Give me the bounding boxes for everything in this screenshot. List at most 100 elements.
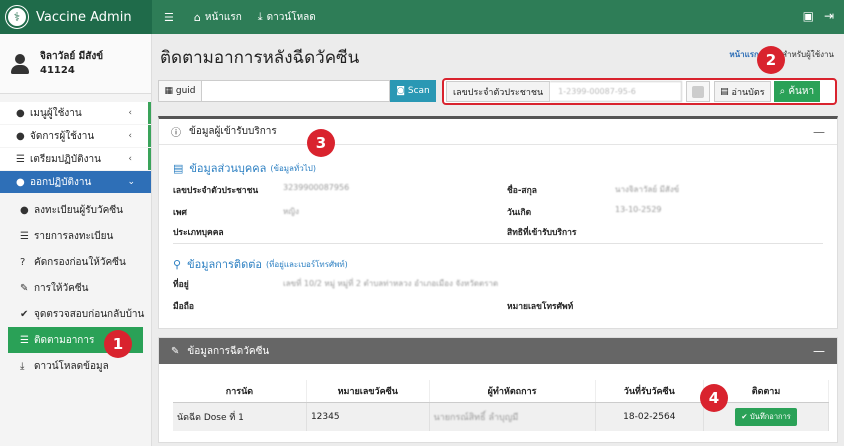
user-icon: ● [16, 107, 25, 119]
info-circle-icon: ⓘ [171, 128, 181, 139]
vaccination-panel: ✎ ข้อมูลการฉีดวัคซีน — การนัด หมายเลขวัค… [158, 337, 838, 443]
chevron-left-icon: ‹ [128, 154, 132, 164]
sidebar-subitem-screening[interactable]: ? คัดกรองก่อนให้วัคซีน [0, 249, 151, 275]
id-search-group: เลขประจำตัวประชาชน 1-2399-00087-95-6 ▤ อ… [442, 78, 837, 105]
id-card-icon: ▤ [720, 86, 729, 97]
sidebar-subitem-label: ดาวน์โหลดข้อมูล [34, 360, 109, 372]
user-id: 41124 [40, 64, 75, 76]
contact-section-title: ⚲ ข้อมูลการติดต่อ (ที่อยู่และเบอร์โทรศัพ… [173, 257, 348, 272]
sidebar-item-operate[interactable]: ● ออกปฏิบัติงาน ⌄ [0, 171, 151, 193]
chevron-down-icon: ⌄ [127, 177, 135, 187]
list-icon: ☰ [16, 153, 25, 165]
sidebar-subitem-label: ลงทะเบียนผู้รับวัคซีน [34, 204, 123, 216]
sidebar-subitem-download[interactable]: ⤓ ดาวน์โหลดข้อมูล [0, 353, 151, 379]
id-card-icon: ▤ [173, 161, 184, 175]
mobile-field-label: มือถือ [173, 302, 194, 312]
sidebar-item-label: เมนูผู้ใช้งาน [30, 107, 82, 119]
panel-header: ✎ ข้อมูลการฉีดวัคซีน — [159, 338, 837, 364]
panel-title: ข้อมูลผู้เข้ารับบริการ [189, 126, 277, 137]
brand-bar: ⚕ Vaccine Admin [0, 0, 152, 34]
list-icon: ☰ [20, 230, 29, 242]
sidebar-item-manage-users[interactable]: ● จัดการผู้ใช้งาน ‹ [0, 125, 151, 147]
sex-field-value: หญิง [283, 207, 299, 216]
dob-field-label: วันเกิด [507, 208, 532, 218]
sidebar-item-label: เตรียมปฏิบัติงาน [30, 153, 101, 165]
user-doctor-icon: ● [16, 176, 25, 188]
personal-section-title: ▤ ข้อมูลส่วนบุคคล (ข้อมูลทั่วไป) [173, 161, 316, 176]
chevron-left-icon: ‹ [128, 108, 132, 118]
sidebar-subitem-register[interactable]: ● ลงทะเบียนผู้รับวัคซีน [0, 197, 151, 223]
user-plus-icon: ● [20, 204, 29, 216]
column-header: วันที่รับวัคซีน [595, 380, 705, 403]
sidebar-subitem-label: คัดกรองก่อนให้วัคซีน [34, 256, 126, 268]
id-label: เลขประจำตัวประชาชน [446, 81, 551, 102]
annotation-badge-3: 3 [307, 129, 335, 157]
sidebar-subitem-label: จุดตรวจสอบก่อนกลับบ้าน [34, 308, 145, 320]
name-field-label: ชื่อ-สกุล [507, 186, 537, 196]
cell-operator: นายกรณ์สิทธิ์ ลำบุญมี [429, 402, 596, 431]
sidebar-item-prepare[interactable]: ☰ เตรียมปฏิบัติงาน ‹ [0, 148, 151, 170]
question-circle-icon: ? [20, 256, 26, 268]
sidebar: จิลาวัลย์ มีสังข์ 41124 ● เมนูผู้ใช้งาน … [0, 34, 152, 446]
download-icon: ⤓ [257, 10, 263, 23]
check-circle-icon: ✔ [20, 308, 29, 320]
column-header: ผู้ทำหัตถการ [429, 380, 596, 403]
read-card-checkbox[interactable] [686, 81, 711, 102]
pen-icon: ✎ [171, 345, 180, 357]
panel-header: ⓘ ข้อมูลผู้เข้ารับบริการ — [159, 119, 837, 145]
collapse-icon[interactable]: — [813, 344, 825, 358]
cell-date: 18-02-2564 [595, 402, 705, 431]
sidebar-subitem-checkpoint[interactable]: ✔ จุดตรวจสอบก่อนกลับบ้าน [0, 301, 151, 327]
search-button[interactable]: ⌕ ค้นหา [773, 81, 821, 102]
page-title: ติดตามอาการหลังฉีดวัคซีน [160, 48, 360, 68]
sidebar-menu: ● เมนูผู้ใช้งาน ‹ ● จัดการผู้ใช้งาน ‹ ☰ … [0, 102, 151, 193]
scan-button[interactable]: ◙ Scan [390, 80, 436, 102]
nav-home-link[interactable]: ⌂ หน้าแรก [194, 10, 242, 25]
rights-field-label: สิทธิที่เข้ารับบริการ [507, 228, 577, 238]
id-card-icon[interactable]: ▣ [803, 9, 814, 23]
guid-input[interactable] [202, 80, 390, 102]
nav-home-label: หน้าแรก [204, 11, 242, 23]
map-pin-icon: ⚲ [173, 257, 182, 271]
sidebar-subitem-register-list[interactable]: ☰ รายการลงทะเบียน [0, 223, 151, 249]
guid-addon: ▦ guid [158, 80, 202, 102]
vaccination-table: การนัด หมายเลขวัคซีน ผู้ทำหัตถการ วันที่… [173, 380, 829, 431]
id-field-value: 3239900087956 [283, 183, 350, 192]
breadcrumb-home[interactable]: หน้าแรก [729, 50, 759, 59]
annotation-badge-4: 4 [700, 384, 728, 412]
nav-download-link[interactable]: ⤓ ดาวน์โหลด [258, 10, 316, 25]
annotation-badge-1: 1 [104, 330, 132, 358]
home-icon: ⌂ [193, 10, 201, 24]
panel-title: ข้อมูลการฉีดวัคซีน [187, 345, 270, 357]
read-card-button[interactable]: ▤ อ่านบัตร [714, 81, 771, 102]
patient-info-panel: ⓘ ข้อมูลผู้เข้ารับบริการ — ▤ ข้อมูลส่วนบ… [158, 116, 838, 329]
sidebar-item-label: จัดการผู้ใช้งาน [30, 130, 95, 142]
app-title: Vaccine Admin [36, 9, 132, 25]
address-field-label: ที่อยู่ [173, 280, 189, 290]
column-header: การนัด [173, 380, 307, 403]
users-cog-icon: ● [16, 130, 25, 142]
chevron-left-icon: ‹ [128, 131, 132, 141]
list-check-icon: ☰ [20, 334, 29, 346]
guid-label: guid [175, 86, 196, 96]
id-field-label: เลขประจำตัวประชาชน [173, 186, 259, 196]
sidebar-subitem-label: ติดตามอาการ [34, 334, 95, 346]
hamburger-icon[interactable]: ☰ [164, 11, 178, 24]
user-panel: จิลาวัลย์ มีสังข์ 41124 [0, 34, 151, 94]
record-symptoms-button[interactable]: ✔ บันทึกอาการ [735, 408, 797, 426]
id-input[interactable]: 1-2399-00087-95-6 [550, 81, 683, 102]
sign-out-icon[interactable]: ⇥ [824, 9, 834, 23]
collapse-icon[interactable]: — [813, 125, 825, 139]
search-icon: ⌕ [779, 86, 786, 97]
sidebar-subitem-vaccination[interactable]: ✎ การให้วัคซีน [0, 275, 151, 301]
read-card-label: อ่านบัตร [731, 87, 765, 98]
user-name: จิลาวัลย์ มีสังข์ [40, 50, 104, 62]
sidebar-item-user-menu[interactable]: ● เมนูผู้ใช้งาน ‹ [0, 102, 151, 124]
check-circle-icon: ✔ [741, 412, 748, 421]
cell-vaccine-no: 12345 [306, 402, 430, 431]
caduceus-icon: ⚕ [6, 6, 28, 28]
avatar [10, 53, 30, 74]
column-header: หมายเลขวัคซีน [306, 380, 430, 403]
divider [173, 243, 823, 244]
name-field-value: นางจิลาวัลย์ มีสังข์ [615, 185, 680, 194]
